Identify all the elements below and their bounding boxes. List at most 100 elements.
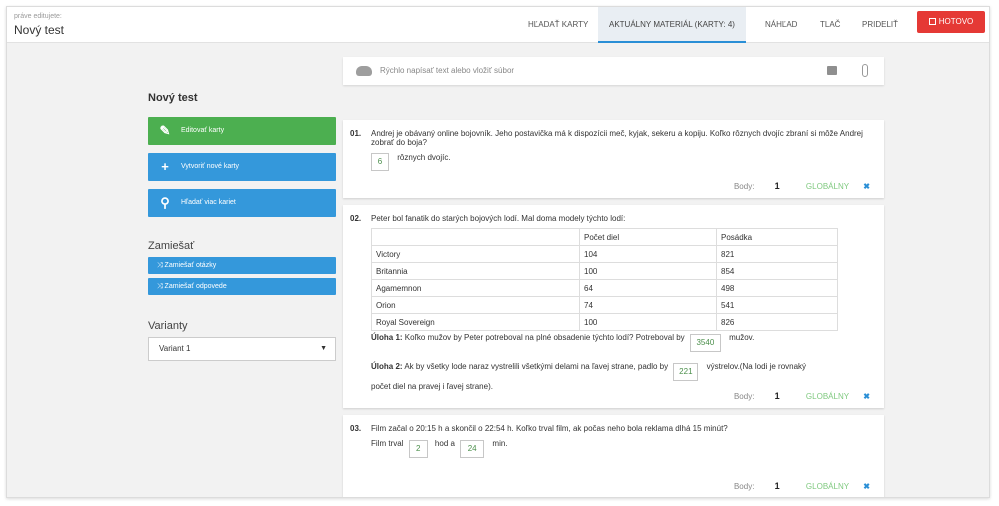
document-title[interactable]: Nový test <box>14 23 64 37</box>
question-number: 03. <box>350 424 362 433</box>
plus-icon: + <box>161 159 169 174</box>
remove-icon[interactable]: ✖ <box>863 392 870 401</box>
dropdown-arrow-icon: ▼ <box>320 345 327 352</box>
remove-icon[interactable]: ✖ <box>863 182 870 191</box>
answer-field[interactable]: 221 <box>673 363 699 381</box>
question-text: Film začal o 20:15 h a skončil o 22:54 h… <box>371 424 728 433</box>
card-footer: Body: 1 GLOBÁLNY ✖ <box>734 481 870 491</box>
task-2-continued: počet diel na pravej i ľavej strane). <box>371 382 493 391</box>
global-toggle[interactable]: GLOBÁLNY <box>806 392 849 401</box>
table-header: Počet diel <box>579 228 717 246</box>
search-icon: ⚲ <box>160 195 170 210</box>
paperclip-icon[interactable] <box>862 64 868 77</box>
table-cell: 100 <box>579 313 717 331</box>
global-toggle[interactable]: GLOBÁLNY <box>806 482 849 491</box>
answer-suffix: rôznych dvojíc. <box>397 153 451 162</box>
points-label: Body: <box>733 182 755 191</box>
answer-field[interactable]: 6 <box>371 153 389 171</box>
table-cell: Royal Sovereign <box>371 313 580 331</box>
editing-label: práve editujete: <box>14 13 62 20</box>
table-cell: 104 <box>579 245 717 263</box>
task-1: Úloha 1: Koľko mužov by Peter potreboval… <box>371 333 754 352</box>
points-value[interactable]: 1 <box>775 391 780 401</box>
answer-field[interactable]: 3540 <box>689 334 721 352</box>
card-footer: Body: 1 GLOBÁLNY ✖ <box>734 181 870 191</box>
points-label: Body: <box>733 482 755 491</box>
answer-row: Film trval 2 hod a 24 min. <box>371 439 508 458</box>
question-number: 02. <box>350 214 362 223</box>
app-window: práve editujete: Nový test HĽADAŤ KARTY … <box>6 6 990 498</box>
points-label: Body: <box>733 392 755 401</box>
answer-prefix: Film trval <box>371 439 404 448</box>
table-row: Britannia 100 854 <box>371 262 838 280</box>
table-cell: Orion <box>371 296 580 314</box>
tab-current-material[interactable]: AKTUÁLNY MATERIÁL (KARTY: 4) <box>598 7 746 43</box>
create-cards-button[interactable]: + Vytvoriť nové karty <box>148 153 336 181</box>
table-row: Victory 104 821 <box>371 245 838 263</box>
variants-heading: Varianty <box>148 320 188 332</box>
question-card-3[interactable]: 03. Film začal o 20:15 h a skončil o 22:… <box>343 415 884 497</box>
table-header: Posádka <box>716 228 838 246</box>
hours-label: hod a <box>434 439 455 448</box>
pencil-icon: ✎ <box>159 123 171 138</box>
cloud-upload-icon[interactable] <box>356 66 372 76</box>
table-cell: Agamemnon <box>371 279 580 297</box>
table-row: Orion 74 541 <box>371 296 838 314</box>
tab-preview[interactable]: NÁHĽAD <box>765 7 797 43</box>
shuffle-questions-button[interactable]: ⤨ Zamiešať otázky <box>148 257 336 274</box>
question-card-2[interactable]: 02. Peter bol fanatik do starých bojovýc… <box>343 205 884 408</box>
table-cell: 826 <box>716 313 838 331</box>
search-cards-button[interactable]: ⚲ Hľadať viac kariet <box>148 189 336 217</box>
tab-search-cards[interactable]: HĽADAŤ KARTY <box>528 7 588 43</box>
table-cell: 74 <box>579 296 717 314</box>
shuffle-icon: ⤨ <box>157 283 165 290</box>
points-value[interactable]: 1 <box>775 181 780 191</box>
shuffle-questions-label: Zamiešať otázky <box>164 262 217 269</box>
table-cell: 821 <box>716 245 838 263</box>
ships-table: Počet diel Posádka Victory 104 821 Brita… <box>371 228 838 331</box>
edit-cards-button[interactable]: ✎ Editovať karty <box>148 117 336 145</box>
task-2-suffix: výstrelov.(Na lodi je rovnaký <box>706 362 807 371</box>
task-1-text: Koľko mužov by Peter potreboval na plné … <box>404 333 685 342</box>
variant-selected-value: Variant 1 <box>159 344 191 353</box>
done-button[interactable]: HOTOVO <box>917 11 985 33</box>
task-2-text: Ak by všetky lode naraz vystrelili všetk… <box>404 362 669 371</box>
shuffle-answers-label: Zamiešať odpovede <box>164 283 227 290</box>
tab-assign[interactable]: PRIDELIŤ <box>862 7 898 43</box>
table-cell: 498 <box>716 279 838 297</box>
edit-cards-label: Editovať karty <box>181 127 225 134</box>
create-cards-label: Vytvoriť nové karty <box>181 163 239 170</box>
quick-input-bar[interactable]: Rýchlo napísať text alebo vložiť súbor <box>343 57 884 85</box>
table-cell: Britannia <box>371 262 580 280</box>
remove-icon[interactable]: ✖ <box>863 482 870 491</box>
top-bar: práve editujete: Nový test HĽADAŤ KARTY … <box>7 7 989 43</box>
table-cell: Victory <box>371 245 580 263</box>
tab-print[interactable]: TLAČ <box>820 7 840 43</box>
question-text: Peter bol fanatik do starých bojových lo… <box>371 214 626 223</box>
table-cell: 100 <box>579 262 717 280</box>
save-icon <box>928 18 936 25</box>
question-card-1[interactable]: 01. Andrej je obávaný online bojovník. J… <box>343 120 884 198</box>
task-2-label: Úloha 2: <box>371 362 403 371</box>
question-number: 01. <box>350 129 362 138</box>
shuffle-heading: Zamiešať <box>148 240 195 252</box>
done-label: HOTOVO <box>938 17 974 26</box>
table-row: Royal Sovereign 100 826 <box>371 313 838 331</box>
minutes-label: min. <box>492 439 508 448</box>
table-cell: 541 <box>716 296 838 314</box>
table-header <box>371 228 580 246</box>
points-value[interactable]: 1 <box>775 481 780 491</box>
minutes-field[interactable]: 24 <box>460 440 485 458</box>
global-toggle[interactable]: GLOBÁLNY <box>806 182 849 191</box>
quick-input-placeholder[interactable]: Rýchlo napísať text alebo vložiť súbor <box>380 66 514 75</box>
image-icon[interactable] <box>827 66 837 75</box>
shuffle-answers-button[interactable]: ⤨ Zamiešať odpovede <box>148 278 336 295</box>
variant-select[interactable]: Variant 1 ▼ <box>148 337 336 361</box>
hours-field[interactable]: 2 <box>408 440 428 458</box>
task-1-suffix: mužov. <box>729 333 755 342</box>
task-1-label: Úloha 1: <box>371 333 403 342</box>
task-2: Úloha 2: Ak by všetky lode naraz vystrel… <box>371 362 806 381</box>
shuffle-icon: ⤨ <box>157 262 165 269</box>
question-text: Andrej je obávaný online bojovník. Jeho … <box>371 129 863 147</box>
table-row: Agamemnon 64 498 <box>371 279 838 297</box>
